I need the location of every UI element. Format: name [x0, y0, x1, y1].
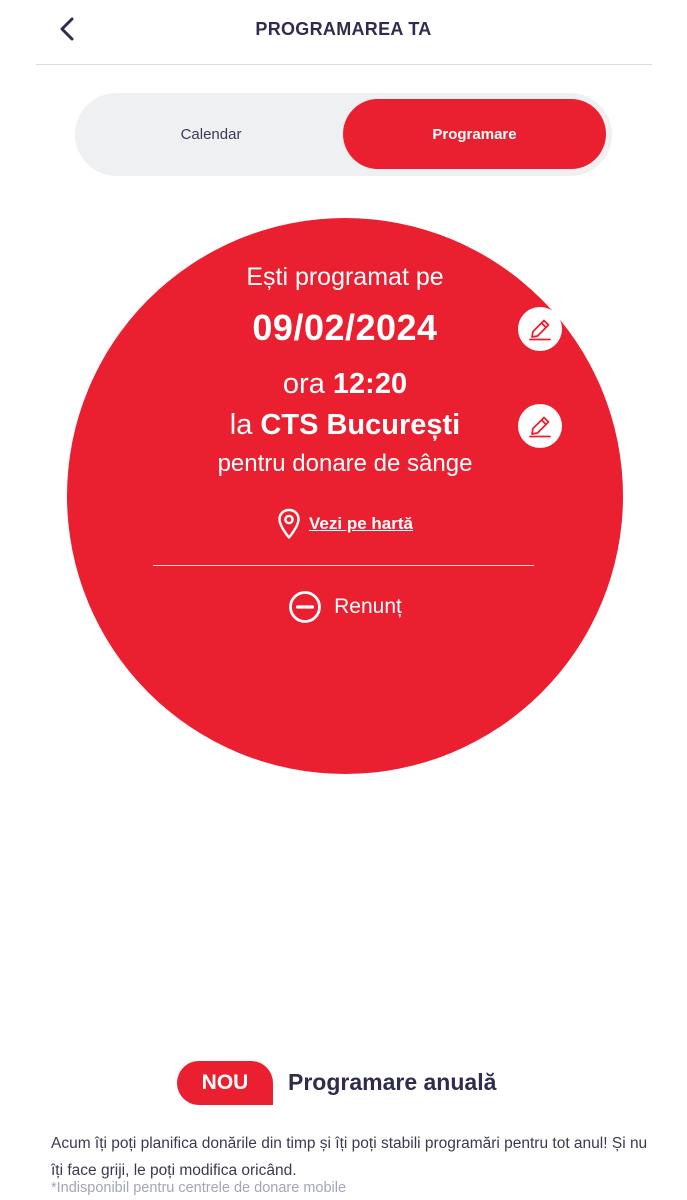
appointment-purpose: pentru donare de sânge — [217, 450, 473, 477]
cancel-label: Renunț — [334, 595, 402, 618]
edit-place-button[interactable] — [518, 404, 562, 448]
tab-programare[interactable]: Programare — [343, 99, 606, 169]
appointment-card: Ești programat pe 09/02/2024 ora 12:20 l… — [67, 218, 623, 774]
map-pin-icon — [278, 508, 300, 539]
time-value: 12:20 — [332, 368, 408, 400]
promo-text: Acum îți poți planifica donările din tim… — [51, 1135, 648, 1179]
appointment-time: ora 12:20 — [67, 368, 623, 401]
edit-date-button[interactable] — [518, 307, 562, 351]
appointment-intro: Ești programat pe — [246, 263, 444, 291]
cancel-appointment-button[interactable]: Renunț — [67, 590, 623, 624]
card-divider — [153, 565, 534, 566]
promo-title: Programare anuală — [288, 1069, 497, 1095]
page-title: PROGRAMAREA TA — [255, 19, 432, 39]
time-prefix: ora — [282, 368, 325, 400]
map-link-label: Vezi pe hartă — [309, 514, 413, 533]
tab-calendar[interactable]: Calendar — [81, 99, 341, 169]
minus-circle-icon — [289, 591, 322, 623]
header: PROGRAMAREA TA — [0, 0, 687, 64]
view-on-map-link[interactable]: Vezi pe hartă — [67, 508, 623, 540]
place-value: CTS București — [260, 409, 461, 441]
place-prefix: la — [229, 409, 253, 441]
pencil-icon — [529, 319, 551, 341]
header-divider — [36, 64, 652, 65]
promo-note: *Indisponibil pentru centrele de donare … — [51, 1180, 347, 1196]
new-badge: NOU — [177, 1061, 273, 1105]
view-switcher: Calendar Programare — [75, 93, 612, 176]
pencil-icon — [529, 416, 551, 438]
appointment-screen: PROGRAMAREA TA Calendar Programare Ești … — [0, 0, 687, 1200]
